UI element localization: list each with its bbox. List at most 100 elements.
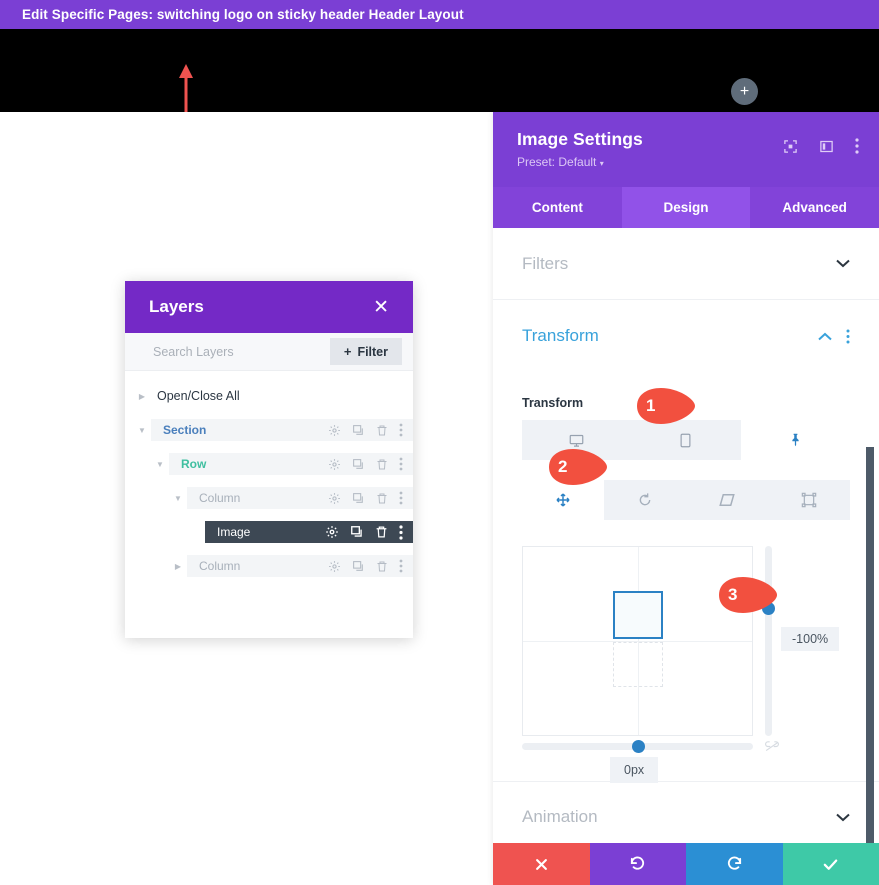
layer-row-column-2[interactable]: ▶ Column — [125, 555, 413, 577]
transform-horizontal-slider[interactable] — [522, 740, 753, 753]
close-icon — [535, 858, 547, 870]
redo-button[interactable] — [686, 843, 783, 885]
layer-row-body[interactable]: Column — [187, 555, 413, 577]
layer-row-section[interactable]: ▼ Section — [125, 419, 413, 441]
trash-icon[interactable] — [376, 458, 388, 471]
trash-icon[interactable] — [376, 492, 388, 505]
chevron-up-icon[interactable] — [818, 332, 832, 341]
skew-icon — [719, 494, 735, 506]
open-close-all-label: Open/Close All — [157, 389, 240, 403]
more-vertical-icon[interactable] — [399, 423, 403, 437]
tab-advanced[interactable]: Advanced — [750, 187, 879, 228]
undo-icon — [631, 856, 645, 870]
section-filters[interactable]: Filters — [493, 228, 879, 300]
layer-row-actions — [328, 559, 403, 573]
settings-panel-header: Image Settings Preset: Default ▾ — [493, 112, 879, 187]
gear-icon[interactable] — [328, 492, 341, 505]
more-vertical-icon[interactable] — [399, 524, 403, 540]
cancel-button[interactable] — [493, 843, 590, 885]
transform-device-sticky[interactable] — [740, 420, 850, 460]
callout-1-number: 1 — [646, 396, 656, 415]
panel-layout-icon[interactable] — [819, 139, 834, 154]
link-broken-icon[interactable] — [765, 741, 779, 752]
layers-tree: ▶ Open/Close All ▼ Section ▼ Row ▼ Colum… — [125, 371, 413, 577]
duplicate-icon[interactable] — [352, 424, 365, 437]
layer-row-image[interactable]: Image — [125, 521, 413, 543]
tab-design[interactable]: Design — [621, 187, 751, 228]
horizontal-slider-knob[interactable] — [632, 740, 645, 753]
plus-icon: + — [343, 344, 352, 359]
tablet-icon — [681, 433, 691, 447]
layer-row-body-selected[interactable]: Image — [205, 521, 413, 543]
callout-2: 2 — [546, 447, 610, 487]
undo-button[interactable] — [589, 843, 686, 885]
search-layers-input[interactable]: Search Layers — [153, 345, 234, 359]
chevron-down-icon[interactable] — [836, 259, 850, 268]
section-filters-label: Filters — [522, 253, 569, 273]
phone-pin-icon — [792, 433, 799, 447]
tab-content[interactable]: Content — [493, 187, 622, 228]
layer-row-column-1[interactable]: ▼ Column — [125, 487, 413, 509]
transform-mode-origin[interactable] — [768, 480, 850, 520]
transform-pad-wrapper: -100% 0px — [522, 546, 850, 783]
settings-panel-scrollbar[interactable] — [866, 447, 874, 845]
pad-element-box[interactable] — [613, 591, 663, 639]
open-close-all-row[interactable]: ▶ Open/Close All — [125, 385, 413, 407]
duplicate-icon[interactable] — [352, 492, 365, 505]
transform-horizontal-value[interactable]: 0px — [610, 757, 659, 783]
duplicate-icon[interactable] — [352, 458, 365, 471]
layer-row-body[interactable]: Section — [151, 419, 413, 441]
layer-row-row[interactable]: ▼ Row — [125, 453, 413, 475]
redo-icon — [727, 856, 741, 870]
layer-row-actions — [328, 423, 403, 437]
gear-icon[interactable] — [328, 458, 341, 471]
gear-icon[interactable] — [328, 560, 341, 573]
settings-scroll-area: Filters Transform Transform -100% 0px An… — [493, 228, 879, 843]
rotate-icon — [639, 493, 651, 506]
section-transform[interactable]: Transform — [493, 300, 879, 372]
more-vertical-icon[interactable] — [399, 491, 403, 505]
more-vertical-icon[interactable] — [846, 329, 850, 344]
transform-mode-rotate[interactable] — [604, 480, 686, 520]
add-module-button[interactable]: + — [731, 78, 758, 105]
callout-1: 1 — [634, 386, 698, 426]
trash-icon[interactable] — [376, 560, 388, 573]
save-button[interactable] — [782, 843, 879, 885]
settings-action-bar — [493, 843, 879, 885]
chevron-down-icon[interactable]: ▼ — [169, 494, 187, 503]
settings-header-actions — [783, 138, 859, 154]
layer-label: Image — [217, 525, 251, 539]
more-vertical-icon[interactable] — [855, 138, 859, 154]
duplicate-icon[interactable] — [350, 525, 364, 539]
transform-mode-skew[interactable] — [686, 480, 768, 520]
trash-icon[interactable] — [376, 424, 388, 437]
desktop-icon — [569, 434, 584, 447]
section-filters-actions — [836, 259, 850, 268]
layer-label: Column — [199, 559, 241, 573]
page-title: Edit Specific Pages: switching logo on s… — [22, 7, 464, 22]
close-icon[interactable]: ✕ — [373, 298, 389, 317]
chevron-right-icon[interactable]: ▶ — [169, 562, 187, 571]
chevron-down-icon[interactable]: ▼ — [133, 426, 151, 435]
section-animation[interactable]: Animation — [493, 781, 879, 843]
chevron-down-icon[interactable]: ▼ — [151, 460, 169, 469]
duplicate-icon[interactable] — [352, 560, 365, 573]
trash-icon[interactable] — [375, 525, 388, 539]
app-root: Edit Specific Pages: switching logo on s… — [0, 0, 879, 885]
layer-row-body[interactable]: Row — [169, 453, 413, 475]
layer-row-body[interactable]: Column — [187, 487, 413, 509]
transform-vertical-value[interactable]: -100% — [781, 627, 840, 651]
chevron-down-icon[interactable] — [836, 813, 850, 822]
gear-icon[interactable] — [325, 525, 339, 539]
layer-label: Column — [199, 491, 241, 505]
expand-icon[interactable] — [783, 139, 798, 154]
preset-selector[interactable]: Preset: Default ▾ — [517, 155, 857, 169]
filter-button[interactable]: + Filter — [329, 338, 402, 365]
chevron-right-icon[interactable]: ▶ — [133, 392, 151, 401]
more-vertical-icon[interactable] — [399, 457, 403, 471]
transform-device-tablet[interactable] — [631, 420, 740, 460]
gear-icon[interactable] — [328, 424, 341, 437]
more-vertical-icon[interactable] — [399, 559, 403, 573]
editor-top-bar: Edit Specific Pages: switching logo on s… — [0, 0, 879, 29]
section-animation-label: Animation — [522, 807, 598, 826]
